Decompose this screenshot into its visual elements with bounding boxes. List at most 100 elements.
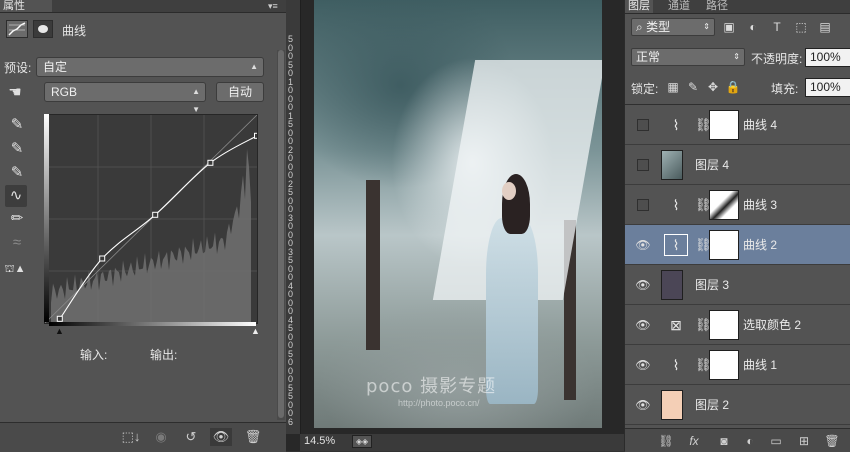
visibility-eye-icon[interactable]: 👁: [635, 238, 651, 252]
layer-name[interactable]: 曲线 2: [743, 237, 777, 253]
black-slider-handle[interactable]: ▲: [55, 326, 64, 336]
opacity-input[interactable]: 100%: [805, 48, 850, 67]
curves-adjustment-icon: ⌇: [664, 234, 688, 256]
layer-thumbnail[interactable]: [661, 150, 683, 180]
layer-name[interactable]: 图层 4: [695, 157, 729, 173]
watermark-url: http://photo.poco.cn/: [398, 398, 480, 408]
curve-point-tool-icon[interactable]: ∿: [5, 185, 27, 207]
curve-control-point[interactable]: [254, 132, 260, 139]
curve-control-point[interactable]: [56, 315, 63, 322]
tree-trunk-left: [366, 180, 380, 350]
curve-control-point[interactable]: [99, 255, 106, 262]
visibility-eye-icon[interactable]: 👁: [635, 398, 651, 412]
status-info-icon[interactable]: ◈◈: [352, 435, 372, 448]
fill-input[interactable]: 100%: [805, 78, 850, 97]
filter-type-icon[interactable]: T: [769, 19, 785, 35]
layer-filter-dropdown[interactable]: ⌕ 类型 ⇕: [631, 18, 715, 36]
target-adjust-hand-icon[interactable]: ☚: [4, 82, 26, 104]
delete-adjustment-icon[interactable]: 🗑: [242, 428, 264, 446]
watermark-text: poco 摄影专题: [366, 372, 496, 398]
black-point-eyedropper-icon[interactable]: ✎: [6, 114, 28, 136]
lock-label: 锁定:: [631, 82, 659, 96]
layer-row[interactable]: ⌇ ⛓ 曲线 4: [625, 105, 850, 145]
curve-control-point[interactable]: [152, 211, 159, 218]
channel-value: RGB: [51, 85, 78, 99]
filter-shape-icon[interactable]: ⬚: [793, 19, 809, 35]
layer-thumbnail[interactable]: [661, 390, 683, 420]
scrollbar-thumb[interactable]: [278, 50, 284, 418]
layer-name[interactable]: 曲线 3: [743, 197, 777, 213]
layer-name[interactable]: 图层 2: [695, 397, 729, 413]
lock-all-icon[interactable]: 🔒: [725, 79, 741, 95]
layer-name[interactable]: 曲线 4: [743, 117, 777, 133]
layer-mask-thumbnail[interactable]: [709, 310, 739, 340]
filter-pixel-icon[interactable]: ▣: [721, 19, 737, 35]
preset-dropdown[interactable]: 自定 ▲▼: [36, 57, 264, 89]
preset-label: 预设:: [4, 61, 32, 75]
preset-value: 自定: [43, 60, 68, 74]
visibility-eye-icon[interactable]: 👁: [635, 278, 651, 292]
tab-layers[interactable]: 图层: [625, 0, 653, 13]
layer-row[interactable]: 👁 ⌇ ⛓ 曲线 2: [625, 225, 850, 265]
view-previous-state-icon[interactable]: ◉: [150, 428, 172, 446]
new-group-folder-icon[interactable]: ▭: [767, 433, 785, 449]
curves-adjustment-icon: ⌇: [672, 117, 680, 133]
layer-row[interactable]: 👁 ⌇ ⛓ 曲线 1: [625, 345, 850, 385]
smooth-curve-icon[interactable]: ≈: [6, 232, 28, 254]
layer-name[interactable]: 曲线 1: [743, 357, 777, 373]
toggle-visibility-eye-icon[interactable]: 👁: [210, 428, 232, 446]
tab-properties[interactable]: 属性: [0, 0, 52, 12]
white-point-eyedropper-icon[interactable]: ✎: [6, 162, 28, 184]
filter-smartobject-icon[interactable]: ▤: [817, 19, 833, 35]
pencil-draw-icon[interactable]: ✏: [6, 208, 28, 230]
layer-style-fx-icon[interactable]: fx: [685, 433, 703, 449]
panel-title: 曲线: [62, 24, 87, 38]
auto-button[interactable]: 自动: [216, 82, 264, 102]
reset-adjustments-icon[interactable]: ↺: [180, 428, 202, 446]
layer-row[interactable]: 👁 图层 3: [625, 265, 850, 305]
lock-transparent-icon[interactable]: ▦: [665, 79, 681, 95]
visibility-toggle-box[interactable]: [637, 199, 649, 211]
filter-adjustment-icon[interactable]: ◐: [745, 19, 761, 35]
blend-mode-dropdown[interactable]: 正常 ⇕: [631, 48, 745, 66]
gray-point-eyedropper-icon[interactable]: ✎: [6, 138, 28, 160]
new-layer-icon[interactable]: ⊞: [795, 433, 813, 449]
layer-name[interactable]: 图层 3: [695, 277, 729, 293]
lock-position-move-icon[interactable]: ✥: [705, 79, 721, 95]
layer-row[interactable]: 👁 图层 2: [625, 385, 850, 425]
layer-row[interactable]: 👁 ⊠ ⛓ 选取颜色 2: [625, 305, 850, 345]
layer-thumbnail[interactable]: [661, 270, 683, 300]
link-layers-icon[interactable]: ⛓: [657, 433, 675, 449]
curve-control-point[interactable]: [207, 159, 214, 166]
visibility-toggle-box[interactable]: [637, 119, 649, 131]
delete-layer-icon[interactable]: 🗑: [823, 433, 841, 449]
layer-row[interactable]: 图层 4: [625, 145, 850, 185]
layer-mask-thumbnail[interactable]: [709, 230, 739, 260]
layer-mask-thumbnail[interactable]: [709, 190, 739, 220]
curve-graph[interactable]: [44, 114, 260, 324]
clip-to-layer-icon[interactable]: ⬚↓: [120, 428, 142, 446]
tab-channels[interactable]: 通道: [665, 0, 693, 13]
layers-bottom-bar: ⛓ fx ◙ ◐ ▭ ⊞ 🗑: [625, 428, 850, 452]
clipping-warning-icon[interactable]: ⛫▲: [4, 258, 26, 280]
visibility-toggle-box[interactable]: [637, 159, 649, 171]
curve-svg[interactable]: [44, 114, 260, 324]
canvas-photo[interactable]: poco 摄影专题 http://photo.poco.cn/: [314, 0, 602, 428]
layer-mask-thumbnail[interactable]: [709, 350, 739, 380]
properties-scrollbar[interactable]: [277, 50, 285, 420]
channel-dropdown[interactable]: RGB ▲ ▼: [44, 82, 206, 114]
layer-name[interactable]: 选取颜色 2: [743, 317, 801, 333]
visibility-eye-icon[interactable]: 👁: [635, 358, 651, 372]
white-slider-handle[interactable]: ▲: [251, 326, 260, 336]
filter-kind-value: 类型: [646, 20, 671, 34]
tab-paths[interactable]: 路径: [703, 0, 731, 13]
zoom-level[interactable]: 14.5%: [304, 435, 335, 447]
add-mask-icon[interactable]: ◙: [715, 433, 733, 449]
visibility-eye-icon[interactable]: 👁: [635, 318, 651, 332]
layer-mask-icon[interactable]: [33, 20, 53, 38]
lock-image-brush-icon[interactable]: ✎: [685, 79, 701, 95]
layer-row[interactable]: ⌇ ⛓ 曲线 3: [625, 185, 850, 225]
panel-menu-icon[interactable]: ▾≡: [268, 0, 278, 12]
layer-mask-thumbnail[interactable]: [709, 110, 739, 140]
new-adjustment-icon[interactable]: ◐: [741, 433, 759, 449]
